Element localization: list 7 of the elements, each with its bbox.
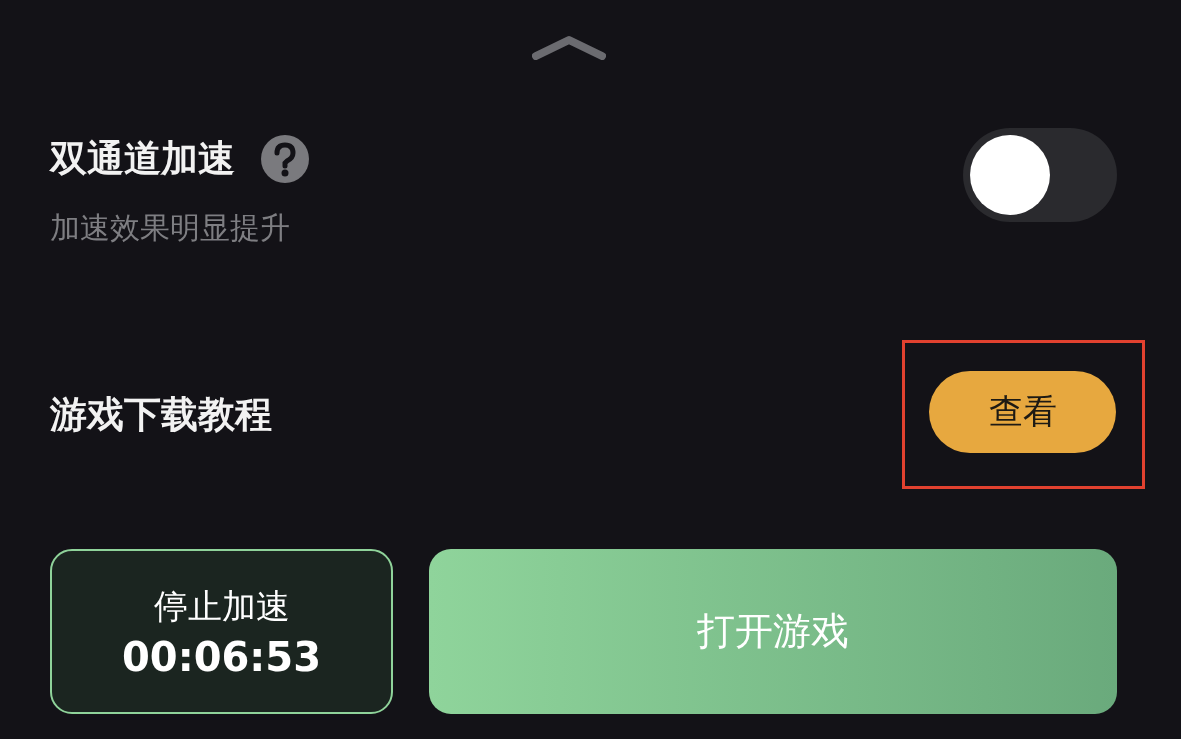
setting-description: 加速效果明显提升 <box>50 208 291 247</box>
setting-title: 双通道加速 <box>50 135 235 182</box>
chevron-up-icon[interactable] <box>531 34 606 60</box>
help-icon[interactable] <box>261 134 309 183</box>
view-button[interactable]: 查看 <box>929 371 1116 453</box>
setting-title: 游戏下载教程 <box>50 391 272 438</box>
stop-button[interactable]: 停止加速 00:06:53 <box>50 549 393 714</box>
